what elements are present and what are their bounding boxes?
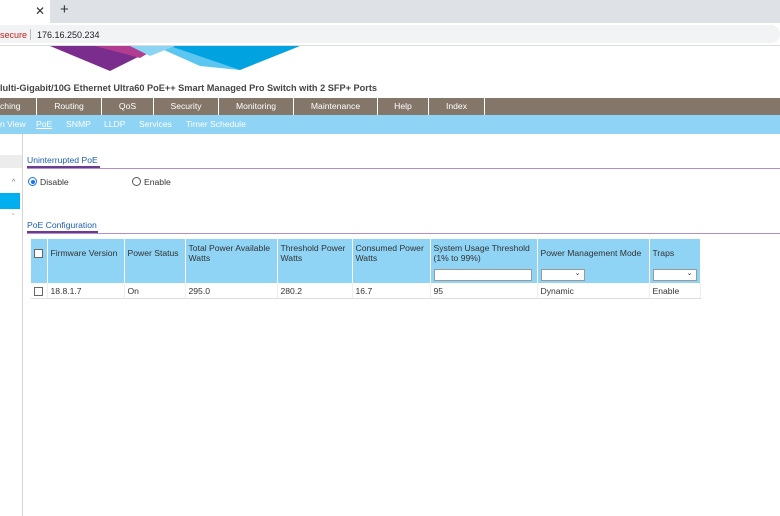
section-title-poe-configuration: PoE Configuration (27, 220, 98, 233)
row-select[interactable] (31, 283, 48, 299)
omnibox[interactable]: secure 176.16.250.234 (0, 25, 780, 43)
usage-threshold-input[interactable] (433, 269, 532, 281)
nav-item-security[interactable]: Security (154, 98, 219, 115)
section-title-text: Uninterrupted PoE (27, 155, 98, 165)
table-cell: 295.0 (185, 283, 278, 299)
table-cell: On (124, 283, 186, 299)
subnav-item-timer-schedule[interactable]: Timer Schedule (186, 115, 246, 134)
radio-label: Enable (144, 177, 171, 187)
browser-tab-strip: ✕ + (0, 0, 780, 23)
section-title-uninterrupted-poe: Uninterrupted PoE (27, 155, 100, 168)
table-row: 18.8.1.7 On 295.0 280.2 16.7 95 Dynamic … (31, 283, 701, 299)
table-header-row: Firmware Version Power Status Total Powe… (31, 239, 701, 267)
radio-label: Disable (40, 177, 69, 187)
product-title: lulti-Gigabit/10G Ethernet Ultra60 PoE++… (0, 83, 378, 93)
security-indicator[interactable]: secure (0, 30, 27, 40)
radio-enable[interactable]: Enable (132, 177, 171, 187)
browser-tab[interactable]: ✕ (0, 0, 50, 23)
chevron-down-icon: ⌄ (574, 270, 581, 277)
edit-cell (185, 267, 278, 283)
column-header: Threshold Power Watts (277, 239, 353, 267)
banner-graphic (50, 46, 300, 71)
column-header: Traps (649, 239, 701, 267)
address-bar: secure 176.16.250.234 (0, 23, 780, 46)
nav-item-index[interactable]: Index (429, 98, 485, 115)
traps-select[interactable]: ⌄ (652, 269, 697, 281)
subnav-item-poe[interactable]: PoE (36, 115, 52, 134)
expand-caret-icon[interactable]: ˇ (12, 214, 14, 221)
table-cell: 16.7 (352, 283, 431, 299)
power-mode-select[interactable]: ⌄ (540, 269, 585, 281)
edit-cell (430, 267, 538, 283)
url-text[interactable]: 176.16.250.234 (37, 30, 100, 40)
poe-config-table: Firmware Version Power Status Total Powe… (31, 239, 701, 299)
column-header: Power Status (124, 239, 186, 267)
column-header: System Usage Threshold (1% to 99%) (430, 239, 538, 267)
radio-selected-icon[interactable] (28, 177, 37, 186)
header-select-all[interactable] (31, 239, 48, 267)
column-header: Consumed Power Watts (352, 239, 431, 267)
edit-cell (352, 267, 431, 283)
radio-unselected-icon[interactable] (132, 177, 141, 186)
left-sidebar: ^ ˇ (0, 134, 23, 516)
nav-item-qos[interactable]: QoS (102, 98, 154, 115)
table-edit-row: ⌄ ⌄ (31, 267, 701, 283)
sub-nav: n View PoE SNMP LLDP Services Timer Sche… (0, 115, 780, 134)
subnav-item-lldp[interactable]: LLDP (104, 115, 126, 134)
section-title-text: PoE Configuration (27, 220, 97, 230)
nav-item-help[interactable]: Help (378, 98, 429, 115)
new-tab-icon[interactable]: + (60, 1, 69, 18)
row-checkbox[interactable] (34, 286, 43, 296)
subnav-item-view[interactable]: n View (0, 115, 26, 134)
collapse-caret-icon[interactable]: ^ (12, 179, 15, 186)
edit-cell (277, 267, 353, 283)
close-tab-icon[interactable]: ✕ (35, 4, 45, 18)
edit-cell (31, 267, 48, 283)
edit-cell: ⌄ (537, 267, 650, 283)
main-nav: ching Routing QoS Security Monitoring Ma… (0, 98, 780, 115)
table-cell: 280.2 (277, 283, 353, 299)
address-divider (30, 29, 31, 40)
section-divider (27, 168, 780, 169)
nav-item-monitoring[interactable]: Monitoring (219, 98, 294, 115)
table-cell: Enable (649, 283, 701, 299)
table-cell: Dynamic (537, 283, 650, 299)
column-header: Firmware Version (47, 239, 125, 267)
edit-cell: ⌄ (649, 267, 701, 283)
chevron-down-icon: ⌄ (686, 270, 693, 277)
column-header: Power Management Mode (537, 239, 650, 267)
table-cell: 18.8.1.7 (47, 283, 125, 299)
radio-disable[interactable]: Disable (28, 177, 69, 187)
edit-cell (124, 267, 186, 283)
nav-item-switching[interactable]: ching (0, 98, 37, 115)
subnav-item-services[interactable]: Services (139, 115, 172, 134)
section-divider (27, 233, 780, 234)
column-header: Total Power Available Watts (185, 239, 278, 267)
table-cell: 95 (430, 283, 538, 299)
subnav-item-snmp[interactable]: SNMP (66, 115, 91, 134)
nav-item-routing[interactable]: Routing (37, 98, 102, 115)
nav-item-maintenance[interactable]: Maintenance (294, 98, 378, 115)
sidebar-item[interactable] (0, 155, 22, 168)
select-all-checkbox[interactable] (34, 249, 43, 259)
sidebar-item-selected[interactable] (0, 193, 20, 209)
edit-cell (47, 267, 125, 283)
